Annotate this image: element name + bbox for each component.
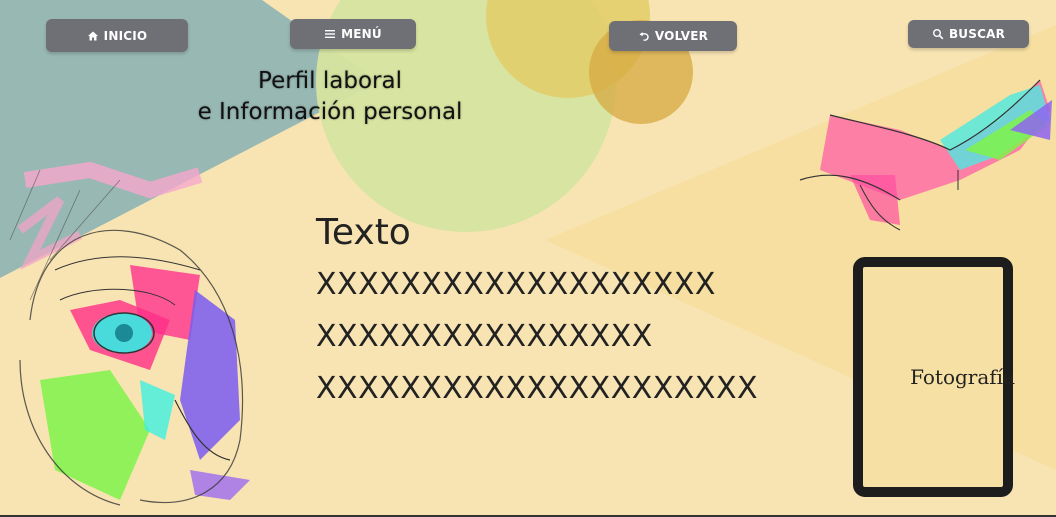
page-title: Perfil laboral e Información personal <box>160 66 500 128</box>
photo-placeholder-label: Fotografía <box>910 365 1015 389</box>
home-icon <box>87 30 99 42</box>
buscar-button[interactable]: BUSCAR <box>908 20 1029 48</box>
volver-button-label: VOLVER <box>654 29 709 43</box>
inicio-button[interactable]: INICIO <box>46 19 188 52</box>
page-canvas: INICIO MENÚ VOLVER BUSCAR Perfil laboral… <box>0 0 1056 517</box>
profile-text-block: Texto XXXXXXXXXXXXXXXXXXX XXXXXXXXXXXXXX… <box>316 207 758 415</box>
photo-frame: Fotografía <box>853 257 1015 497</box>
volver-button[interactable]: VOLVER <box>609 21 737 51</box>
search-icon <box>932 28 944 40</box>
menu-button-label: MENÚ <box>341 27 382 41</box>
text-line: XXXXXXXXXXXXXXXXXXXXX <box>316 371 759 406</box>
text-line: XXXXXXXXXXXXXXXXXXX <box>316 267 716 302</box>
buscar-button-label: BUSCAR <box>948 27 1006 41</box>
inicio-button-label: INICIO <box>103 28 148 43</box>
text-heading: Texto <box>316 212 411 253</box>
text-line: XXXXXXXXXXXXXXXX <box>316 319 653 354</box>
sketched-face-illustration <box>9 161 250 506</box>
undo-arrow-icon <box>638 30 650 42</box>
page-title-line-2: e Información personal <box>197 99 463 125</box>
menu-button[interactable]: MENÚ <box>290 19 416 49</box>
hamburger-menu-icon <box>324 28 336 40</box>
page-title-line-1: Perfil laboral <box>258 68 402 94</box>
